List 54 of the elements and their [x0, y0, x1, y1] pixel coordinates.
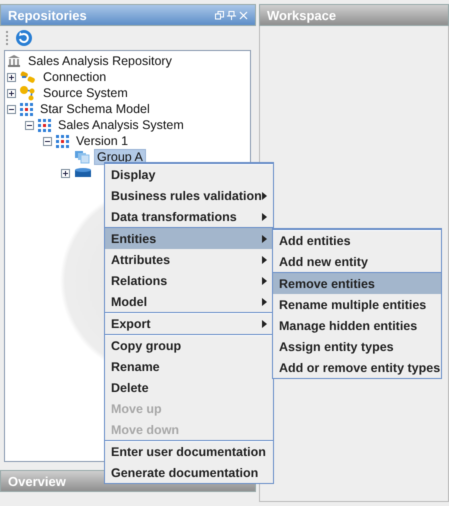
collapse-icon[interactable]	[25, 120, 34, 130]
menu-item[interactable]: Data transformations	[105, 206, 273, 227]
menu-item[interactable]: Entities	[105, 228, 273, 249]
menu-item[interactable]: Assign entity types	[273, 336, 441, 357]
expand-icon[interactable]	[61, 168, 70, 178]
grid-icon	[38, 118, 51, 132]
submenu-arrow-icon	[262, 298, 267, 306]
submenu-arrow-icon	[262, 256, 267, 264]
menu-item[interactable]: Enter user documentation	[105, 441, 273, 462]
submenu-arrow-icon	[262, 192, 267, 200]
menu-item[interactable]: Remove entities	[273, 273, 441, 294]
collapse-icon[interactable]	[43, 136, 52, 146]
plug-icon	[20, 70, 36, 84]
tree-item[interactable]: Sales Analysis System	[55, 117, 187, 133]
panel-title: Repositories	[8, 8, 88, 22]
panel-title: Workspace	[267, 8, 338, 22]
grid-icon	[20, 102, 33, 116]
menu-item[interactable]: Rename	[105, 356, 273, 377]
menu-item[interactable]: Manage hidden entities	[273, 315, 441, 336]
menu-item[interactable]: Display	[105, 164, 273, 185]
menu-item[interactable]: Business rules validation	[105, 185, 273, 206]
network-nodes-icon	[20, 85, 36, 101]
menu-item[interactable]: Copy group	[105, 335, 273, 356]
collapse-icon[interactable]	[7, 104, 16, 114]
menu-item[interactable]: Attributes	[105, 249, 273, 270]
expand-icon[interactable]	[7, 72, 16, 82]
grid-icon	[56, 134, 69, 148]
restore-icon[interactable]	[215, 10, 224, 20]
submenu-arrow-icon	[262, 276, 267, 284]
menu-item[interactable]: Model	[105, 291, 273, 312]
refresh-icon[interactable]	[15, 29, 33, 47]
expand-icon[interactable]	[7, 88, 16, 98]
tree-item[interactable]: Source System	[40, 85, 131, 101]
panel-title: Overview	[8, 474, 67, 488]
menu-item[interactable]: Add new entity	[273, 251, 441, 272]
menu-item[interactable]: Relations	[105, 270, 273, 291]
close-icon[interactable]	[239, 10, 248, 20]
drum-icon	[74, 167, 92, 179]
tree-item[interactable]: Connection	[40, 69, 110, 85]
submenu-arrow-icon	[262, 212, 267, 220]
menu-item[interactable]: Add entities	[273, 230, 441, 251]
pin-icon[interactable]	[227, 10, 236, 20]
tree-item[interactable]: Star Schema Model	[37, 101, 153, 117]
tree-item[interactable]: Sales Analysis Repository	[25, 53, 175, 69]
menu-item[interactable]: Generate documentation	[105, 462, 273, 483]
menu-item[interactable]: Rename multiple entities	[273, 294, 441, 315]
tree-item[interactable]: Version 1	[73, 133, 132, 149]
stacked-squares-icon	[74, 150, 90, 164]
menu-item[interactable]: Add or remove entity types	[273, 357, 441, 378]
submenu-arrow-icon	[262, 320, 267, 328]
building-icon	[7, 54, 21, 68]
menu-item[interactable]: Export	[105, 313, 273, 334]
menu-item[interactable]: Delete	[105, 377, 273, 398]
submenu-arrow-icon	[262, 234, 267, 242]
